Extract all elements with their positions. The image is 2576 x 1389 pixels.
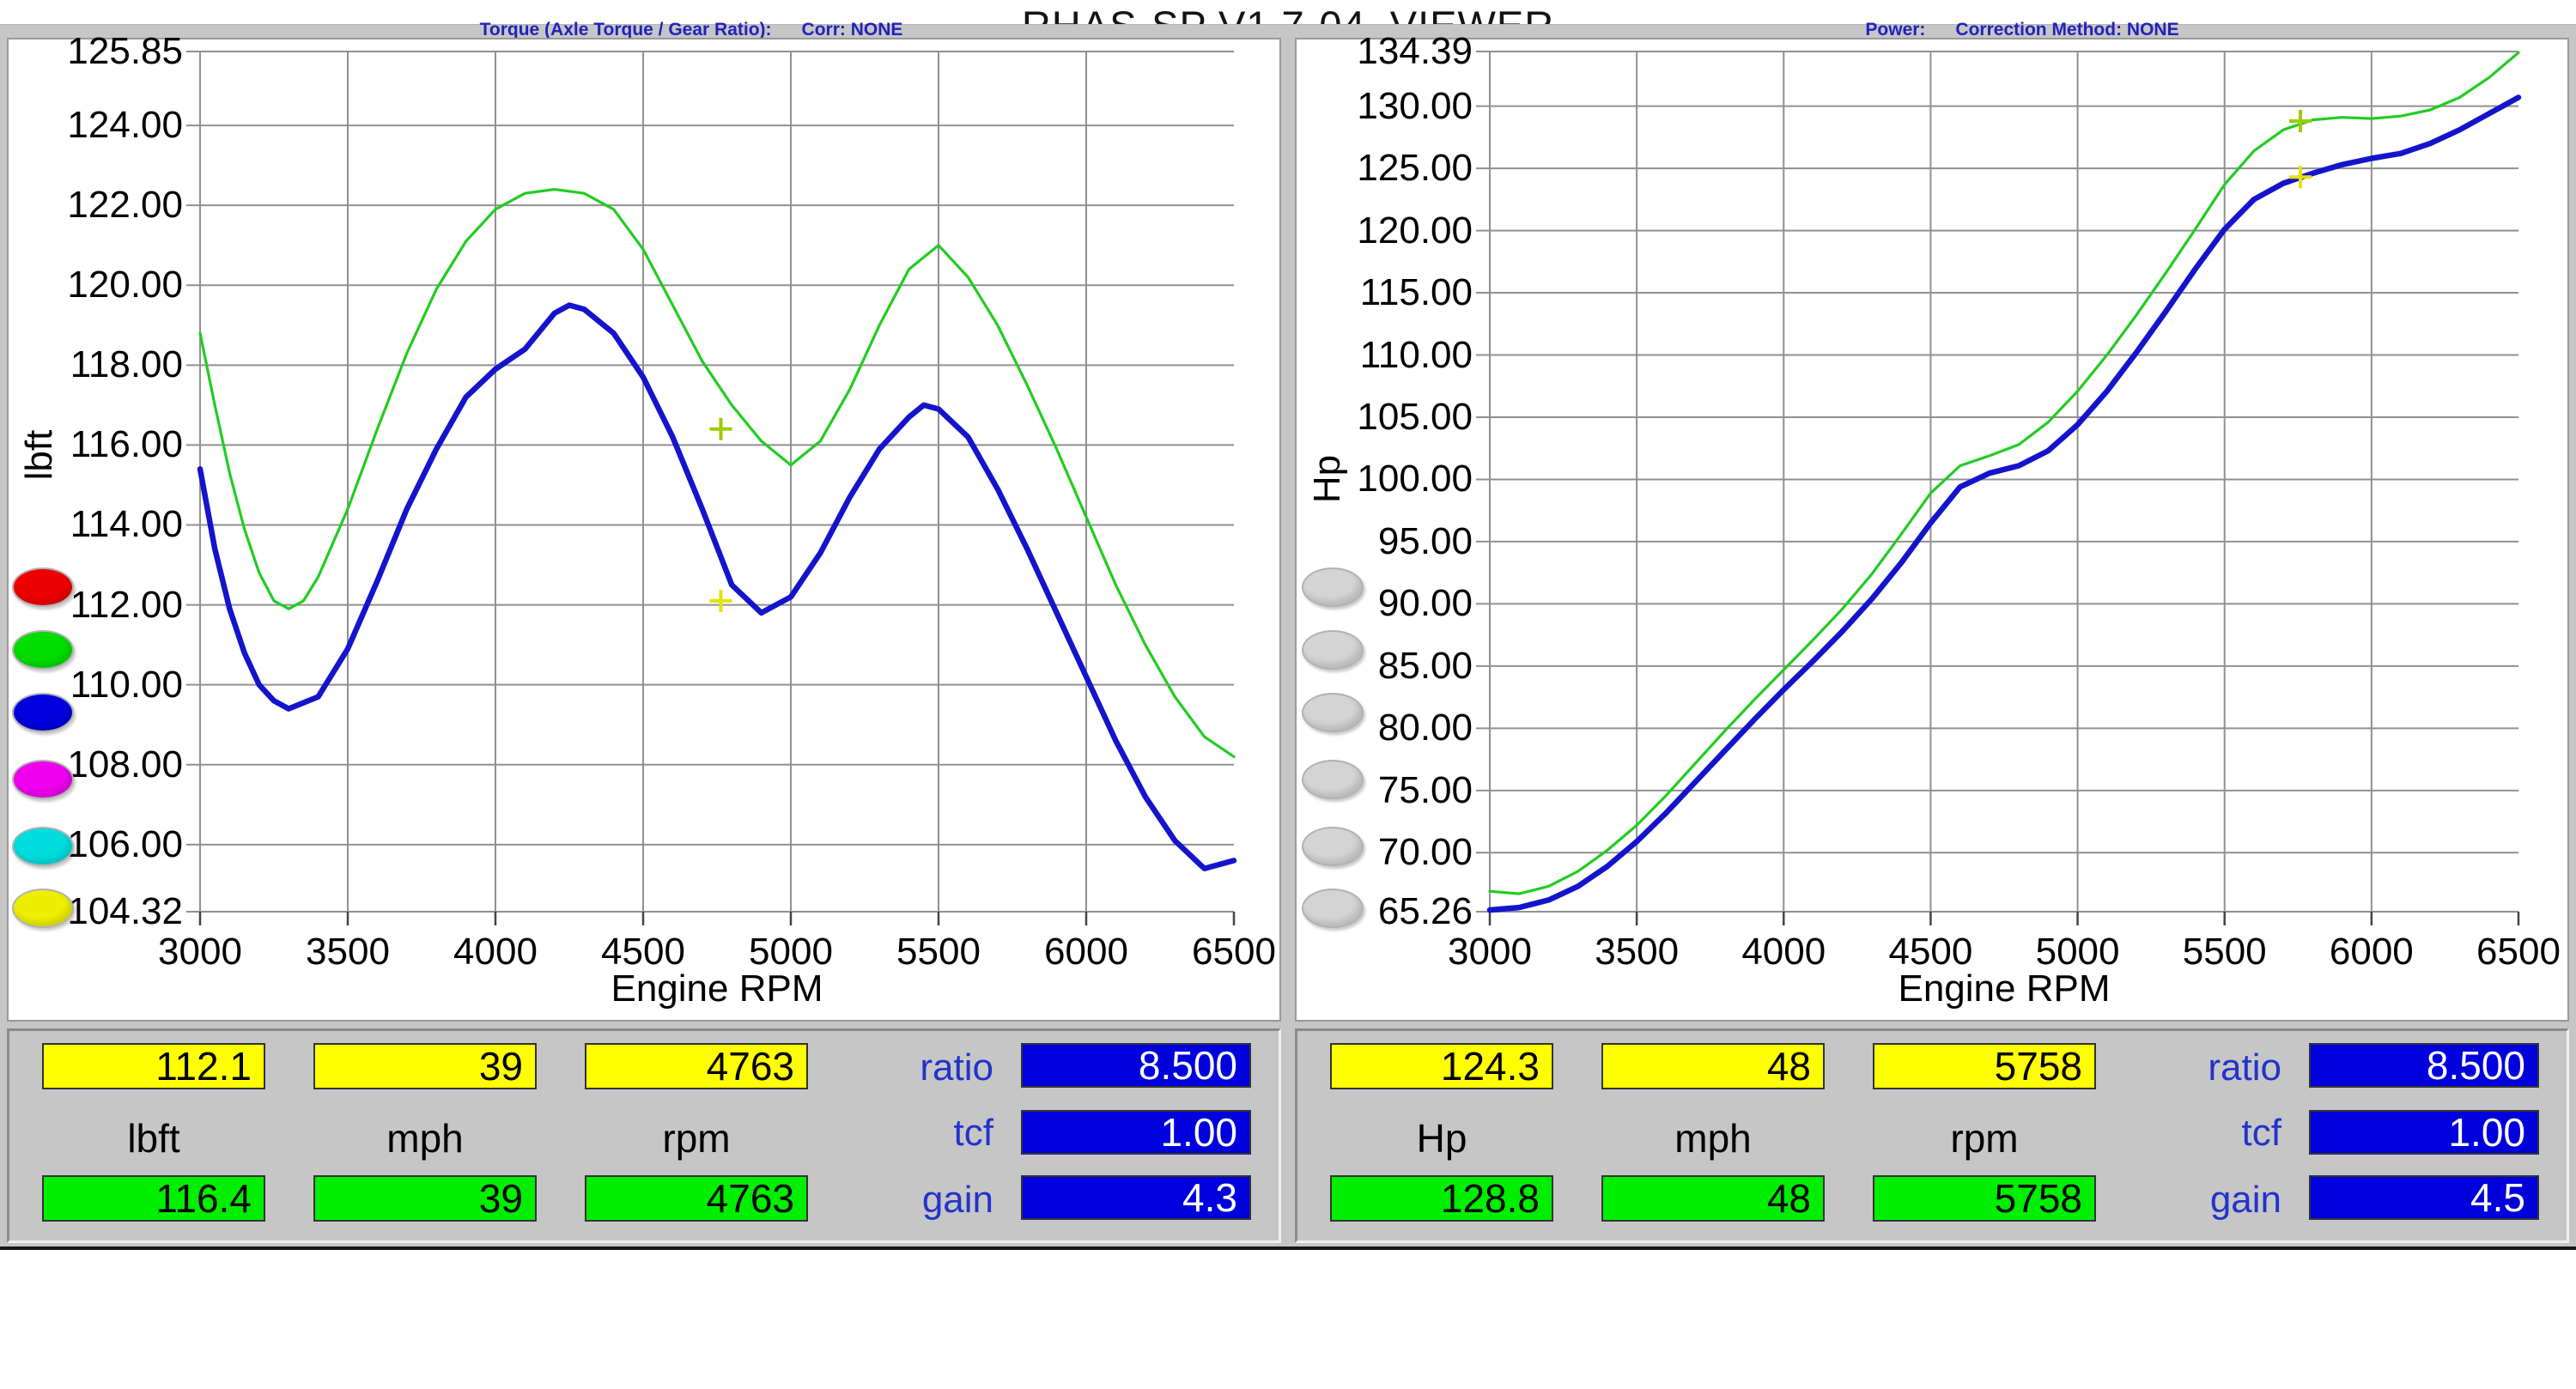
x-tick-label: 5500 <box>2148 931 2302 974</box>
channel-button-gray-4[interactable] <box>1302 760 1364 799</box>
power-cursor2-rpm: 5758 <box>1873 1175 2096 1222</box>
power-plot[interactable]: 134.39130.00125.00120.00115.00110.00105.… <box>1490 52 2518 912</box>
power-y-axis-label: Hp <box>1306 436 1349 522</box>
channel-button-gray-5[interactable] <box>1302 827 1364 866</box>
power-header: Power: Correction Method: NONE <box>1782 20 2263 39</box>
gain-label: gain <box>865 1179 993 1222</box>
torque-data-panel: 112.1 39 4763 lbft mph rpm 116.4 39 4763… <box>7 1028 1281 1243</box>
torque-unit-lbft: lbft <box>42 1115 265 1162</box>
blue-curve <box>1490 98 2518 911</box>
channel-button-gray-1[interactable] <box>1302 567 1364 607</box>
tcf-value: 1.00 <box>2309 1110 2539 1155</box>
torque-cursor2-mph: 39 <box>313 1175 537 1222</box>
Hp-chart-canvas <box>1490 52 2518 912</box>
power-cursor1-rpm: 5758 <box>1873 1043 2096 1089</box>
x-tick-label: 6500 <box>1157 931 1311 974</box>
y-tick-label: 118.00 <box>30 345 183 385</box>
power-unit-mph: mph <box>1601 1115 1825 1162</box>
torque-plot[interactable]: 125.85124.00122.00120.00118.00116.00114.… <box>200 52 1234 912</box>
y-tick-label: 114.00 <box>30 505 183 544</box>
ratio-label: ratio <box>865 1046 993 1089</box>
gain-value: 4.5 <box>2309 1175 2539 1220</box>
power-cursor2-mph: 48 <box>1601 1175 1825 1222</box>
y-tick-label: 105.00 <box>1320 397 1473 437</box>
channel-button-blue[interactable] <box>12 693 74 732</box>
torque-header: Torque (Axle Torque / Gear Ratio): Corr:… <box>451 20 932 39</box>
gain-value: 4.3 <box>1021 1175 1251 1220</box>
power-cursor1-mph: 48 <box>1601 1043 1825 1089</box>
torque-cursor2-rpm: 4763 <box>585 1175 808 1222</box>
torque-cursor1-mph: 39 <box>313 1043 537 1089</box>
ratio-value: 8.500 <box>2309 1043 2539 1088</box>
blue-curve <box>200 306 1234 869</box>
torque-x-axis-label: Engine RPM <box>580 967 854 1010</box>
power-unit-hp: Hp <box>1330 1115 1553 1162</box>
y-tick-label: 95.00 <box>1320 522 1473 561</box>
power-cursor1-value: 124.3 <box>1330 1043 1553 1089</box>
viewer-window: RHAS-SP V1.7-04 VIEWER Torque (Axle Torq… <box>0 0 2576 1389</box>
power-unit-rpm: rpm <box>1873 1115 2096 1162</box>
ratio-value: 8.500 <box>1021 1043 1251 1088</box>
torque-unit-rpm: rpm <box>585 1115 808 1162</box>
lbft-chart-canvas <box>200 52 1234 912</box>
channel-button-gray-6[interactable] <box>1302 889 1364 928</box>
power-x-axis-label: Engine RPM <box>1867 967 2142 1010</box>
green-curve <box>1490 52 2518 894</box>
x-tick-label: 4000 <box>1706 931 1861 974</box>
tcf-label: tcf <box>2153 1112 2281 1155</box>
channel-button-magenta[interactable] <box>12 760 74 799</box>
torque-cursor1-rpm: 4763 <box>585 1043 808 1089</box>
x-tick-label: 3000 <box>1413 931 1567 974</box>
y-tick-label: 125.85 <box>30 32 183 71</box>
gain-label: gain <box>2153 1179 2281 1222</box>
footer-bar: HPS PERFORMANCE PRODUCTS Folder Run ID D… <box>0 1246 2576 1389</box>
torque-y-axis-label: lbft <box>18 412 61 498</box>
y-tick-label: 120.00 <box>30 265 183 305</box>
channel-button-gray-2[interactable] <box>1302 630 1364 670</box>
y-tick-label: 134.39 <box>1320 32 1473 71</box>
ratio-label: ratio <box>2153 1046 2281 1089</box>
y-tick-label: 125.00 <box>1320 149 1473 188</box>
x-tick-label: 4000 <box>418 931 573 974</box>
tcf-value: 1.00 <box>1021 1110 1251 1155</box>
power-data-panel: 124.3 48 5758 Hp mph rpm 128.8 48 5758 r… <box>1295 1028 2569 1243</box>
channel-button-green[interactable] <box>12 630 74 670</box>
x-tick-label: 3000 <box>123 931 277 974</box>
x-tick-label: 5500 <box>861 931 1016 974</box>
green-curve <box>200 190 1234 757</box>
y-tick-label: 110.00 <box>1320 336 1473 375</box>
y-tick-label: 130.00 <box>1320 87 1473 126</box>
x-tick-label: 6000 <box>2294 931 2449 974</box>
torque-cursor1-value: 112.1 <box>42 1043 265 1089</box>
channel-button-red[interactable] <box>12 567 74 607</box>
y-tick-label: 124.00 <box>30 106 183 145</box>
torque-unit-mph: mph <box>313 1115 537 1162</box>
window-title: RHAS-SP V1.7-04 VIEWER <box>1022 2 1554 25</box>
power-cursor2-value: 128.8 <box>1330 1175 1553 1222</box>
channel-button-cyan[interactable] <box>12 827 74 866</box>
y-tick-label: 122.00 <box>30 185 183 225</box>
channel-button-gray-3[interactable] <box>1302 693 1364 732</box>
channel-button-yellow[interactable] <box>12 889 74 928</box>
x-tick-label: 3500 <box>270 931 425 974</box>
torque-cursor2-value: 116.4 <box>42 1175 265 1222</box>
x-tick-label: 6000 <box>1009 931 1163 974</box>
y-tick-label: 115.00 <box>1320 273 1473 312</box>
x-tick-label: 6500 <box>2441 931 2576 974</box>
y-tick-label: 120.00 <box>1320 211 1473 251</box>
x-tick-label: 3500 <box>1559 931 1714 974</box>
tcf-label: tcf <box>865 1112 993 1155</box>
